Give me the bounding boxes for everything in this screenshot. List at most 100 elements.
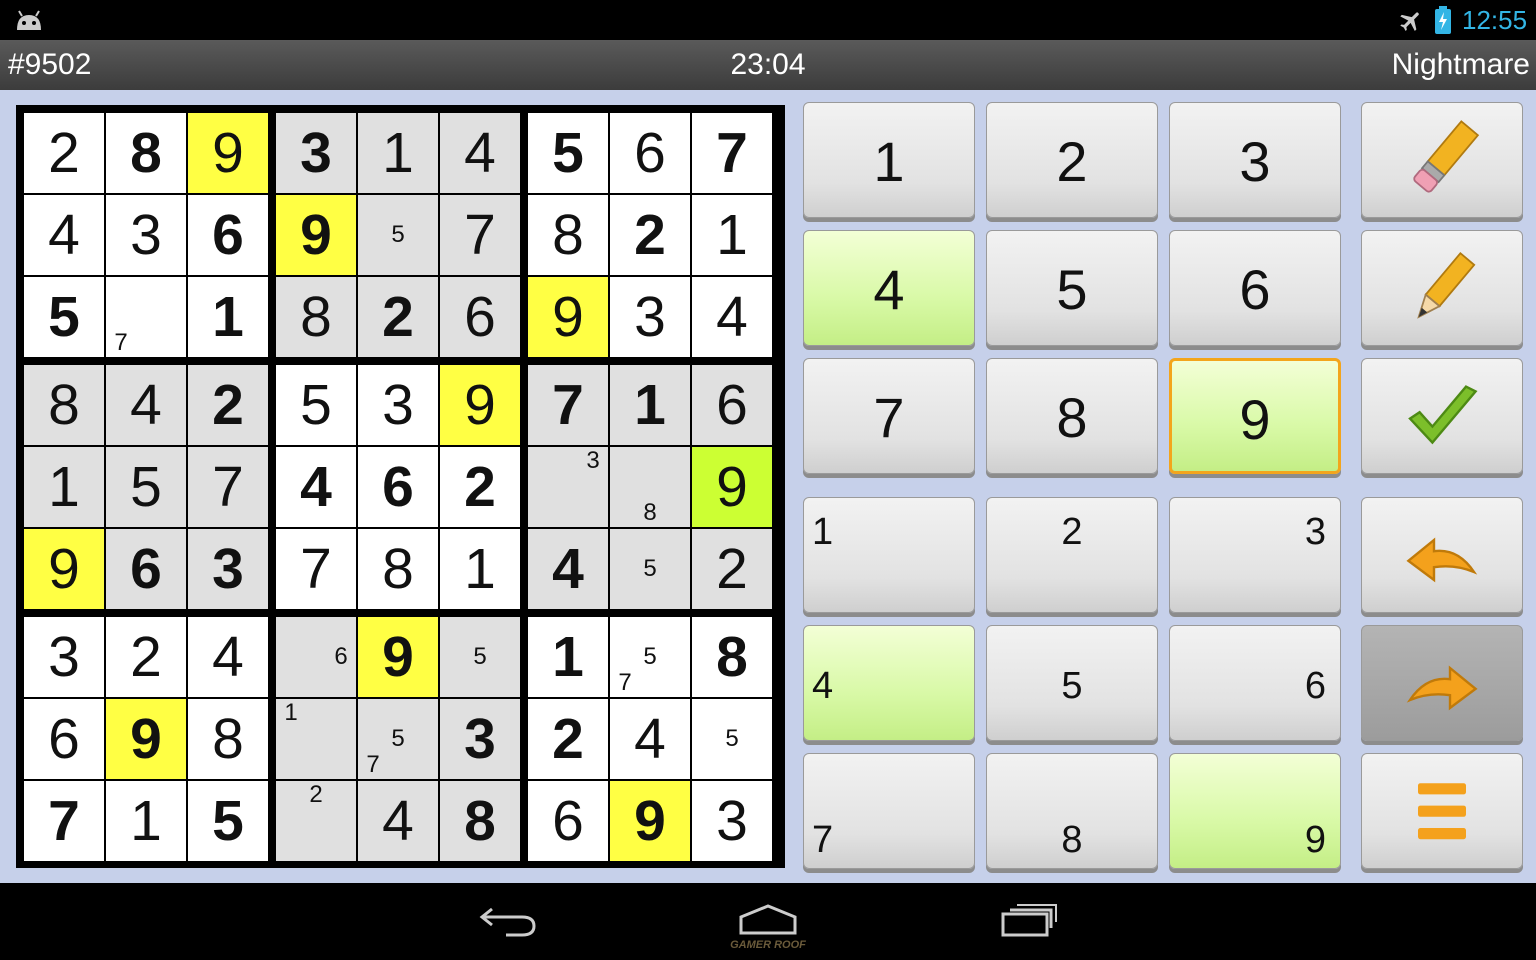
cell-r6c4[interactable]: 7	[276, 529, 356, 609]
cell-r2c8[interactable]: 2	[610, 195, 690, 275]
cell-r8c7[interactable]: 2	[528, 699, 608, 779]
cell-r4c9[interactable]: 6	[692, 365, 772, 445]
cell-r9c6[interactable]: 8	[440, 781, 520, 861]
cell-r3c7[interactable]: 9	[528, 277, 608, 357]
note-button-2[interactable]: 2	[986, 497, 1158, 613]
cell-r4c6[interactable]: 9	[440, 365, 520, 445]
digit-button-7[interactable]: 7	[803, 358, 975, 474]
cell-r1c5[interactable]: 1	[358, 113, 438, 193]
cell-r2c1[interactable]: 4	[24, 195, 104, 275]
erase-button[interactable]	[1361, 102, 1523, 218]
cell-r3c2[interactable]: 7	[106, 277, 186, 357]
cell-r1c6[interactable]: 4	[440, 113, 520, 193]
cell-r2c5[interactable]: 5	[358, 195, 438, 275]
cell-r5c4[interactable]: 4	[276, 447, 356, 527]
cell-r1c3[interactable]: 9	[188, 113, 268, 193]
cell-r9c3[interactable]: 5	[188, 781, 268, 861]
cell-r8c2[interactable]: 9	[106, 699, 186, 779]
cell-r7c2[interactable]: 2	[106, 617, 186, 697]
cell-r2c4[interactable]: 9	[276, 195, 356, 275]
cell-r2c7[interactable]: 8	[528, 195, 608, 275]
cell-r8c4[interactable]: 1	[276, 699, 356, 779]
digit-button-5[interactable]: 5	[986, 230, 1158, 346]
cell-r1c9[interactable]: 7	[692, 113, 772, 193]
cell-r2c2[interactable]: 3	[106, 195, 186, 275]
note-button-8[interactable]: 8	[986, 753, 1158, 869]
cell-r6c2[interactable]: 6	[106, 529, 186, 609]
cell-r3c1[interactable]: 5	[24, 277, 104, 357]
cell-r9c4[interactable]: 2	[276, 781, 356, 861]
cell-r5c8[interactable]: 8	[610, 447, 690, 527]
digit-button-8[interactable]: 8	[986, 358, 1158, 474]
cell-r3c4[interactable]: 8	[276, 277, 356, 357]
note-button-5[interactable]: 5	[986, 625, 1158, 741]
cell-r3c3[interactable]: 1	[188, 277, 268, 357]
cell-r1c8[interactable]: 6	[610, 113, 690, 193]
home-icon[interactable]	[738, 903, 798, 935]
digit-button-4[interactable]: 4	[803, 230, 975, 346]
cell-r8c9[interactable]: 5	[692, 699, 772, 779]
digit-button-2[interactable]: 2	[986, 102, 1158, 218]
cell-r5c3[interactable]: 7	[188, 447, 268, 527]
cell-r6c7[interactable]: 4	[528, 529, 608, 609]
cell-r9c1[interactable]: 7	[24, 781, 104, 861]
cell-r3c5[interactable]: 2	[358, 277, 438, 357]
cell-r7c4[interactable]: 6	[276, 617, 356, 697]
note-button-4[interactable]: 4	[803, 625, 975, 741]
back-icon[interactable]	[478, 905, 538, 937]
cell-r8c5[interactable]: 57	[358, 699, 438, 779]
cell-r4c2[interactable]: 4	[106, 365, 186, 445]
cell-r5c1[interactable]: 1	[24, 447, 104, 527]
cell-r3c8[interactable]: 3	[610, 277, 690, 357]
cell-r4c3[interactable]: 2	[188, 365, 268, 445]
note-button-9[interactable]: 9	[1169, 753, 1341, 869]
cell-r8c1[interactable]: 6	[24, 699, 104, 779]
cell-r9c5[interactable]: 4	[358, 781, 438, 861]
cell-r6c1[interactable]: 9	[24, 529, 104, 609]
cell-r9c9[interactable]: 3	[692, 781, 772, 861]
cell-r7c7[interactable]: 1	[528, 617, 608, 697]
digit-button-6[interactable]: 6	[1169, 230, 1341, 346]
cell-r1c4[interactable]: 3	[276, 113, 356, 193]
cell-r4c4[interactable]: 5	[276, 365, 356, 445]
pencil-mode-button[interactable]	[1361, 230, 1523, 346]
cell-r7c9[interactable]: 8	[692, 617, 772, 697]
cell-r3c9[interactable]: 4	[692, 277, 772, 357]
note-button-7[interactable]: 7	[803, 753, 975, 869]
cell-r7c1[interactable]: 3	[24, 617, 104, 697]
undo-button[interactable]	[1361, 497, 1523, 613]
cell-r4c5[interactable]: 3	[358, 365, 438, 445]
note-button-1[interactable]: 1	[803, 497, 975, 613]
cell-r9c8[interactable]: 9	[610, 781, 690, 861]
cell-r1c2[interactable]: 8	[106, 113, 186, 193]
cell-r4c8[interactable]: 1	[610, 365, 690, 445]
cell-r3c6[interactable]: 6	[440, 277, 520, 357]
cell-r2c9[interactable]: 1	[692, 195, 772, 275]
cell-r5c9[interactable]: 9	[692, 447, 772, 527]
note-button-6[interactable]: 6	[1169, 625, 1341, 741]
menu-button[interactable]	[1361, 753, 1523, 869]
cell-r1c1[interactable]: 2	[24, 113, 104, 193]
cell-r6c5[interactable]: 8	[358, 529, 438, 609]
note-button-3[interactable]: 3	[1169, 497, 1341, 613]
cell-r6c6[interactable]: 1	[440, 529, 520, 609]
cell-r2c6[interactable]: 7	[440, 195, 520, 275]
digit-button-9[interactable]: 9	[1169, 358, 1341, 474]
cell-r8c6[interactable]: 3	[440, 699, 520, 779]
digit-button-3[interactable]: 3	[1169, 102, 1341, 218]
cell-r5c6[interactable]: 2	[440, 447, 520, 527]
cell-r5c7[interactable]: 3	[528, 447, 608, 527]
cell-r8c8[interactable]: 4	[610, 699, 690, 779]
cell-r9c7[interactable]: 6	[528, 781, 608, 861]
cell-r7c6[interactable]: 5	[440, 617, 520, 697]
digit-button-1[interactable]: 1	[803, 102, 975, 218]
cell-r6c9[interactable]: 2	[692, 529, 772, 609]
cell-r9c2[interactable]: 1	[106, 781, 186, 861]
cell-r6c3[interactable]: 3	[188, 529, 268, 609]
cell-r2c3[interactable]: 6	[188, 195, 268, 275]
cell-r6c8[interactable]: 5	[610, 529, 690, 609]
check-button[interactable]	[1361, 358, 1523, 474]
cell-r4c7[interactable]: 7	[528, 365, 608, 445]
cell-r5c2[interactable]: 5	[106, 447, 186, 527]
cell-r8c3[interactable]: 8	[188, 699, 268, 779]
